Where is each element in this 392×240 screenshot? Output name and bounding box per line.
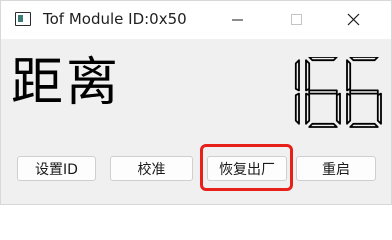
window-icon <box>15 12 31 26</box>
lcd-segment-a <box>308 57 338 62</box>
lcd-segment-a <box>349 57 379 62</box>
set-id-button[interactable]: 设置ID <box>17 156 96 181</box>
close-icon <box>347 13 360 26</box>
title-bar: Tof Module ID:0x50 <box>1 1 391 39</box>
app-window: Tof Module ID:0x50 距离 设置ID 校准 恢复出厂 重启 <box>0 0 392 205</box>
lcd-segment-e <box>346 92 352 125</box>
minimize-icon <box>232 19 243 21</box>
lcd-segment-f <box>346 59 352 92</box>
lcd-segment-c <box>376 92 382 125</box>
lcd-digit <box>346 57 382 128</box>
lcd-segment-c <box>294 92 300 125</box>
distance-label: 距离 <box>11 53 122 113</box>
lcd-segment-c <box>335 92 341 125</box>
lcd-digit <box>305 57 341 128</box>
lcd-segment-e <box>305 92 311 125</box>
calibrate-button[interactable]: 校准 <box>110 156 193 181</box>
lcd-segment-d <box>349 122 379 128</box>
close-button[interactable] <box>328 1 378 39</box>
lcd-segment-g <box>349 89 379 95</box>
maximize-icon <box>291 14 302 25</box>
lcd-segment-b <box>294 59 300 92</box>
lcd-segment-f <box>305 59 311 92</box>
window-title: Tof Module ID:0x50 <box>43 10 187 28</box>
lcd-segment-d <box>308 122 338 128</box>
lcd-digit <box>294 59 300 125</box>
highlight-annotation <box>200 144 293 191</box>
distance-lcd-display <box>294 57 382 128</box>
minimize-button[interactable] <box>213 1 263 39</box>
lcd-segment-g <box>308 89 338 95</box>
maximize-button[interactable] <box>271 1 321 39</box>
restart-button[interactable]: 重启 <box>296 156 376 181</box>
